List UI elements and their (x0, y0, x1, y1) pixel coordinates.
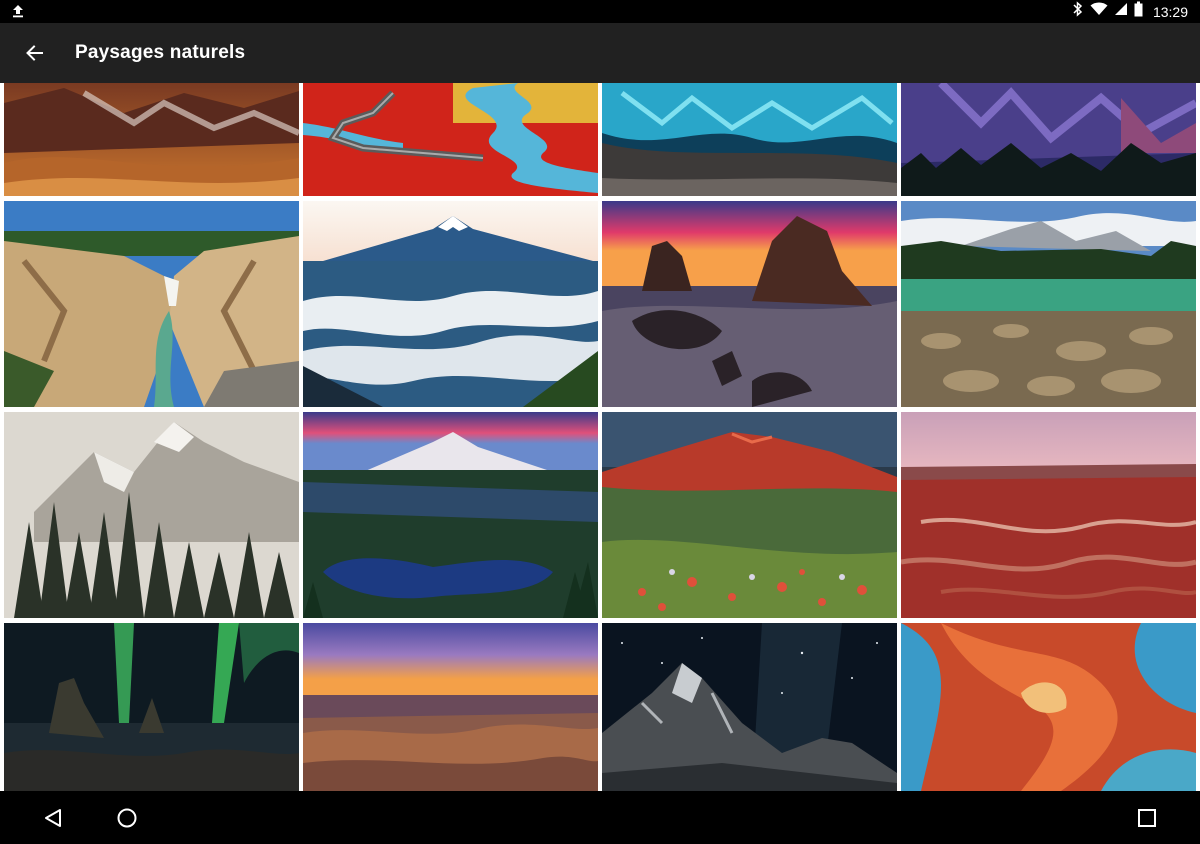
status-icons: 13:29 (1072, 0, 1188, 23)
app-bar: Paysages naturels (0, 23, 1200, 83)
sea-stacks-sunset-photo[interactable] (602, 201, 897, 407)
signal-icon (1114, 2, 1128, 21)
milky-way-peak-photo[interactable] (602, 623, 897, 791)
wifi-icon (1090, 2, 1108, 21)
navigation-bar (0, 791, 1200, 844)
bluetooth-icon (1072, 1, 1084, 22)
mount-rainier-lake-photo[interactable] (303, 412, 598, 618)
mount-fuji-clouds-photo[interactable] (303, 201, 598, 407)
back-button[interactable] (18, 37, 50, 69)
antelope-canyon-photo[interactable] (901, 623, 1196, 791)
arrow-back-icon (26, 45, 43, 61)
status-time: 13:29 (1152, 3, 1188, 20)
aurora-coast-photo[interactable] (4, 623, 299, 791)
nav-recents-button[interactable] (1131, 802, 1163, 834)
status-bar: 13:29 (0, 0, 1200, 23)
yellowstone-canyon-photo[interactable] (4, 201, 299, 407)
nav-back-button[interactable] (37, 802, 69, 834)
battery-icon (1134, 1, 1143, 22)
photo-grid (0, 83, 1200, 791)
nav-recents-icon (1138, 809, 1156, 827)
mountain-hills-photo[interactable] (4, 83, 299, 196)
page-title: Paysages naturels (75, 42, 246, 63)
nav-home-icon (117, 808, 137, 828)
snowy-peak-forest-photo[interactable] (4, 412, 299, 618)
red-canyon-photo[interactable] (901, 412, 1196, 618)
upload-icon (10, 3, 26, 19)
red-wetland-boardwalk-photo[interactable] (303, 83, 598, 196)
nav-home-button[interactable] (111, 802, 143, 834)
mount-st-helens-wildflowers-photo[interactable] (602, 412, 897, 618)
ice-cave-photo[interactable] (602, 83, 897, 196)
mountain-lake-photo[interactable] (901, 201, 1196, 407)
purple-mountain-photo[interactable] (901, 83, 1196, 196)
nav-back-icon (45, 809, 61, 827)
grand-canyon-sunset-photo[interactable] (303, 623, 598, 791)
